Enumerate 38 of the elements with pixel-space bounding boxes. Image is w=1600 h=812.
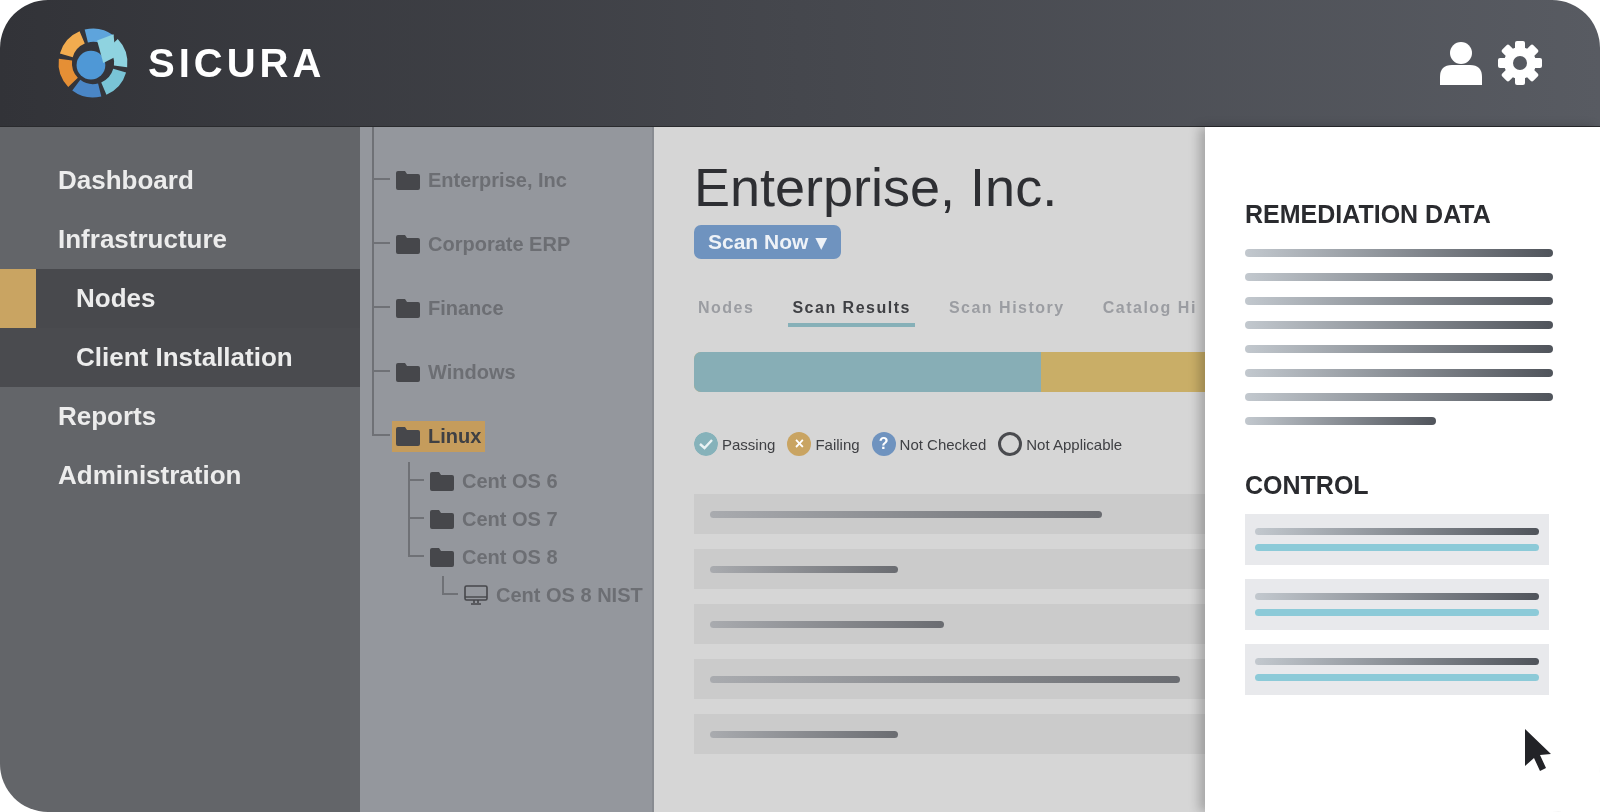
tab[interactable]: Catalog Hi xyxy=(1098,295,1201,327)
tab[interactable]: Scan History xyxy=(944,295,1069,327)
brand-name: SICURA xyxy=(148,40,326,86)
folder-icon xyxy=(430,509,454,529)
tab[interactable]: Scan Results xyxy=(788,295,915,327)
cursor-icon xyxy=(1524,728,1552,772)
scan-button[interactable]: Scan Now ▾ xyxy=(694,225,842,259)
section-heading: CONTROL xyxy=(1245,470,1370,500)
connector-line xyxy=(442,576,458,595)
nav-item[interactable]: Dashboard xyxy=(0,151,360,210)
folder-icon xyxy=(396,234,420,254)
legend-label: Not Applicable xyxy=(1026,435,1123,453)
folder-icon xyxy=(396,362,420,382)
folder-icon xyxy=(396,170,420,190)
user-icon[interactable] xyxy=(1440,41,1482,85)
nav-item[interactable]: Nodes xyxy=(0,269,360,328)
folder-icon xyxy=(430,547,454,567)
folder-icon xyxy=(430,471,454,491)
nav-item[interactable]: Administration xyxy=(0,446,360,505)
legend-label: Failing xyxy=(815,435,860,453)
tree-item[interactable]: Linux xyxy=(392,420,486,452)
nav-item[interactable]: Infrastructure xyxy=(0,210,360,269)
selection-marker xyxy=(0,269,36,328)
nav-item[interactable]: Reports xyxy=(0,387,360,446)
question-icon: ? xyxy=(871,432,896,456)
check-icon xyxy=(694,432,718,456)
folder-icon xyxy=(396,426,420,446)
empty-circle-icon xyxy=(998,432,1023,456)
computer-icon xyxy=(464,585,488,605)
section-heading: REMEDIATION DATA xyxy=(1245,199,1492,229)
legend-label: Not Checked xyxy=(899,435,987,453)
logo-icon xyxy=(56,26,130,100)
legend-label: Passing xyxy=(722,435,776,453)
tab[interactable]: Nodes xyxy=(694,295,759,327)
folder-icon xyxy=(396,298,420,318)
nav-item[interactable]: Client Installation xyxy=(0,328,360,387)
fail-icon: × xyxy=(787,432,812,456)
page-title: Enterprise, Inc. xyxy=(694,156,1059,219)
